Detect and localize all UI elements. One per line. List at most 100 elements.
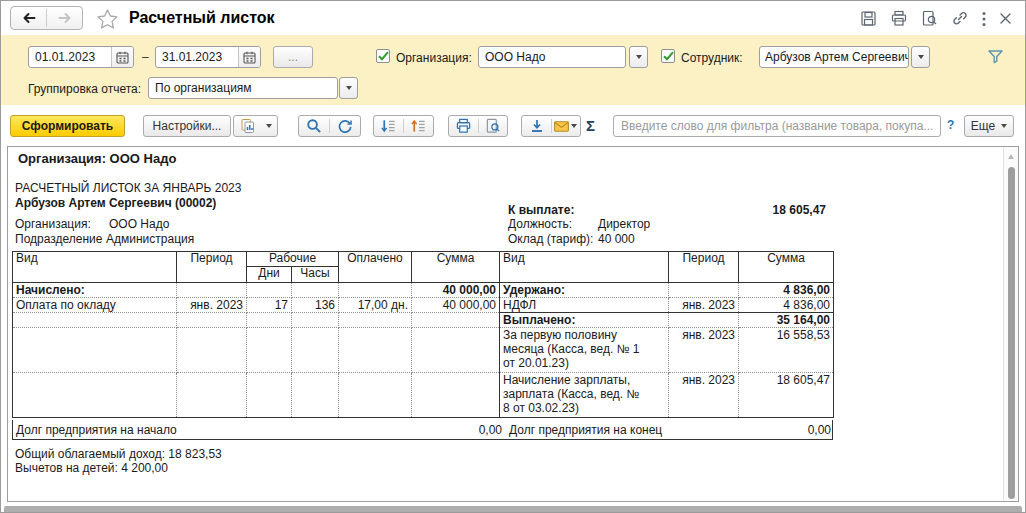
vertical-scrollbar-thumb[interactable]	[1008, 167, 1015, 499]
table-cell: янв. 2023	[177, 298, 247, 313]
table-header: Сумма	[412, 252, 500, 283]
print-button[interactable]	[449, 116, 478, 136]
table-cell: 17,00 дн.	[339, 298, 412, 313]
to-pay-value: 18 605,47	[658, 203, 826, 217]
period-more-button[interactable]: ...	[273, 46, 313, 68]
print-icon[interactable]	[890, 10, 908, 27]
scroll-up-icon[interactable]	[1008, 154, 1014, 159]
close-icon[interactable]	[999, 12, 1012, 25]
filter-funnel-icon[interactable]	[987, 49, 1004, 67]
back-button[interactable]	[11, 7, 46, 29]
report-subtitle: РАСЧЕТНЫЙ ЛИСТОК ЗА ЯНВАРЬ 2023	[15, 181, 241, 195]
date-to-value[interactable]: 31.01.2023	[156, 50, 238, 64]
calendar-icon[interactable]	[111, 47, 133, 67]
grouping-combo-dropdown[interactable]	[339, 77, 358, 99]
table-cell: Начисление зарплаты, зарплата (Касса, ве…	[500, 373, 669, 418]
report-variants-button[interactable]	[233, 115, 278, 137]
table-cell: 136	[292, 298, 339, 313]
grouping-combo-value[interactable]: По организациям	[149, 81, 337, 95]
report-area: Организация: ООО Надо РАСЧЕТНЫЙ ЛИСТОК З…	[7, 146, 1019, 502]
print-preview-button[interactable]	[478, 116, 507, 136]
table-cell	[339, 328, 412, 373]
titlebar-icons	[860, 10, 1012, 27]
menu-dots-icon[interactable]	[982, 11, 986, 27]
report-org-header: Организация: ООО Надо	[18, 151, 176, 166]
table-cell	[247, 313, 292, 328]
calendar-icon[interactable]	[238, 47, 260, 67]
table-header: Часы	[292, 267, 339, 283]
help-link[interactable]: ?	[947, 118, 954, 132]
nav-buttons	[10, 6, 83, 30]
org-checkbox[interactable]	[376, 49, 390, 63]
save-icon[interactable]	[860, 10, 877, 27]
email-icon	[554, 121, 569, 132]
table-cell	[13, 328, 177, 373]
send-email-button[interactable]	[552, 116, 580, 136]
table-cell	[292, 328, 339, 373]
link-icon[interactable]	[951, 10, 969, 27]
table-cell: НДФЛ	[500, 298, 669, 313]
taxable-income-line: Общий облагаемый доход: 18 823,53	[15, 447, 222, 461]
emp-combo[interactable]: Арбузов Артем Сергеевич	[759, 46, 909, 68]
child-deductions-line: Вычетов на детей: 4 200,00	[15, 461, 168, 475]
table-cell: 35 164,00	[739, 313, 834, 328]
sum-button[interactable]: Σ	[586, 117, 595, 134]
debt-start-label: Долг предприятия на начало	[16, 423, 177, 437]
emp-checkbox[interactable]	[661, 49, 675, 63]
print-preview-icon[interactable]	[921, 10, 938, 27]
favorite-star-icon[interactable]	[96, 8, 119, 33]
org-info-label: Организация:	[15, 217, 91, 231]
save-file-button[interactable]	[522, 116, 551, 136]
emp-combo-value[interactable]: Арбузов Артем Сергеевич	[760, 50, 908, 64]
table-cell: янв. 2023	[669, 328, 739, 373]
more-button[interactable]: Еще	[964, 115, 1014, 137]
org-info-value: ООО Надо	[109, 217, 169, 231]
check-icon	[663, 51, 674, 61]
table-cell	[177, 373, 247, 418]
table-cell	[177, 283, 247, 298]
table-cell: Выплачено:	[500, 313, 669, 328]
chevron-down-icon	[346, 86, 352, 90]
forward-button[interactable]	[47, 7, 82, 29]
table-cell: Начислено:	[13, 283, 177, 298]
sort-ascending-icon	[410, 118, 427, 134]
generate-button[interactable]: Сформировать	[10, 115, 125, 137]
table-header: Рабочие	[247, 252, 339, 267]
table-cell: янв. 2023	[669, 298, 739, 313]
org-combo-value[interactable]: ООО Надо	[479, 50, 625, 64]
emp-combo-dropdown[interactable]	[911, 46, 930, 68]
date-from-value[interactable]: 01.01.2023	[29, 50, 111, 64]
table-header: Вид	[500, 252, 669, 283]
print-icon	[455, 118, 472, 134]
search-next-button[interactable]	[330, 116, 360, 136]
print-preview-icon	[485, 118, 501, 134]
table-header: Дни	[247, 267, 292, 283]
org-combo[interactable]: ООО Надо	[478, 46, 626, 68]
payslip-table: Вид Период Рабочие Оплачено Сумма Вид Пе…	[12, 251, 834, 418]
check-icon	[378, 51, 389, 61]
table-cell	[339, 283, 412, 298]
sort-descending-button[interactable]	[374, 116, 403, 136]
search-button[interactable]	[299, 116, 329, 136]
download-icon	[529, 118, 545, 134]
position-value: Директор	[598, 217, 650, 231]
grouping-label: Группировка отчета:	[28, 82, 141, 96]
date-from-field[interactable]: 01.01.2023	[28, 46, 134, 68]
grouping-combo[interactable]: По организациям	[148, 77, 338, 99]
table-cell: Удержано:	[500, 283, 669, 298]
sort-ascending-button[interactable]	[404, 116, 433, 136]
table-cell: 4 836,00	[739, 283, 834, 298]
filter-input[interactable]: Введите слово для фильтра (название това…	[613, 115, 941, 137]
settings-button[interactable]: Настройки...	[143, 115, 231, 137]
app-window: Расчетный листок 01.01.2023 – 31.01.2023…	[0, 0, 1026, 513]
table-header: Период	[177, 252, 247, 283]
horizontal-scrollbar[interactable]	[4, 506, 1022, 513]
date-to-field[interactable]: 31.01.2023	[155, 46, 261, 68]
table-cell	[247, 328, 292, 373]
export-group	[521, 115, 581, 137]
dept-label: Подразделение	[15, 232, 102, 246]
debt-end-label: Долг предприятия на конец	[509, 423, 662, 437]
debt-end-value: 0,00	[808, 423, 831, 437]
org-combo-dropdown[interactable]	[629, 46, 648, 68]
vertical-scrollbar[interactable]	[1003, 147, 1018, 501]
